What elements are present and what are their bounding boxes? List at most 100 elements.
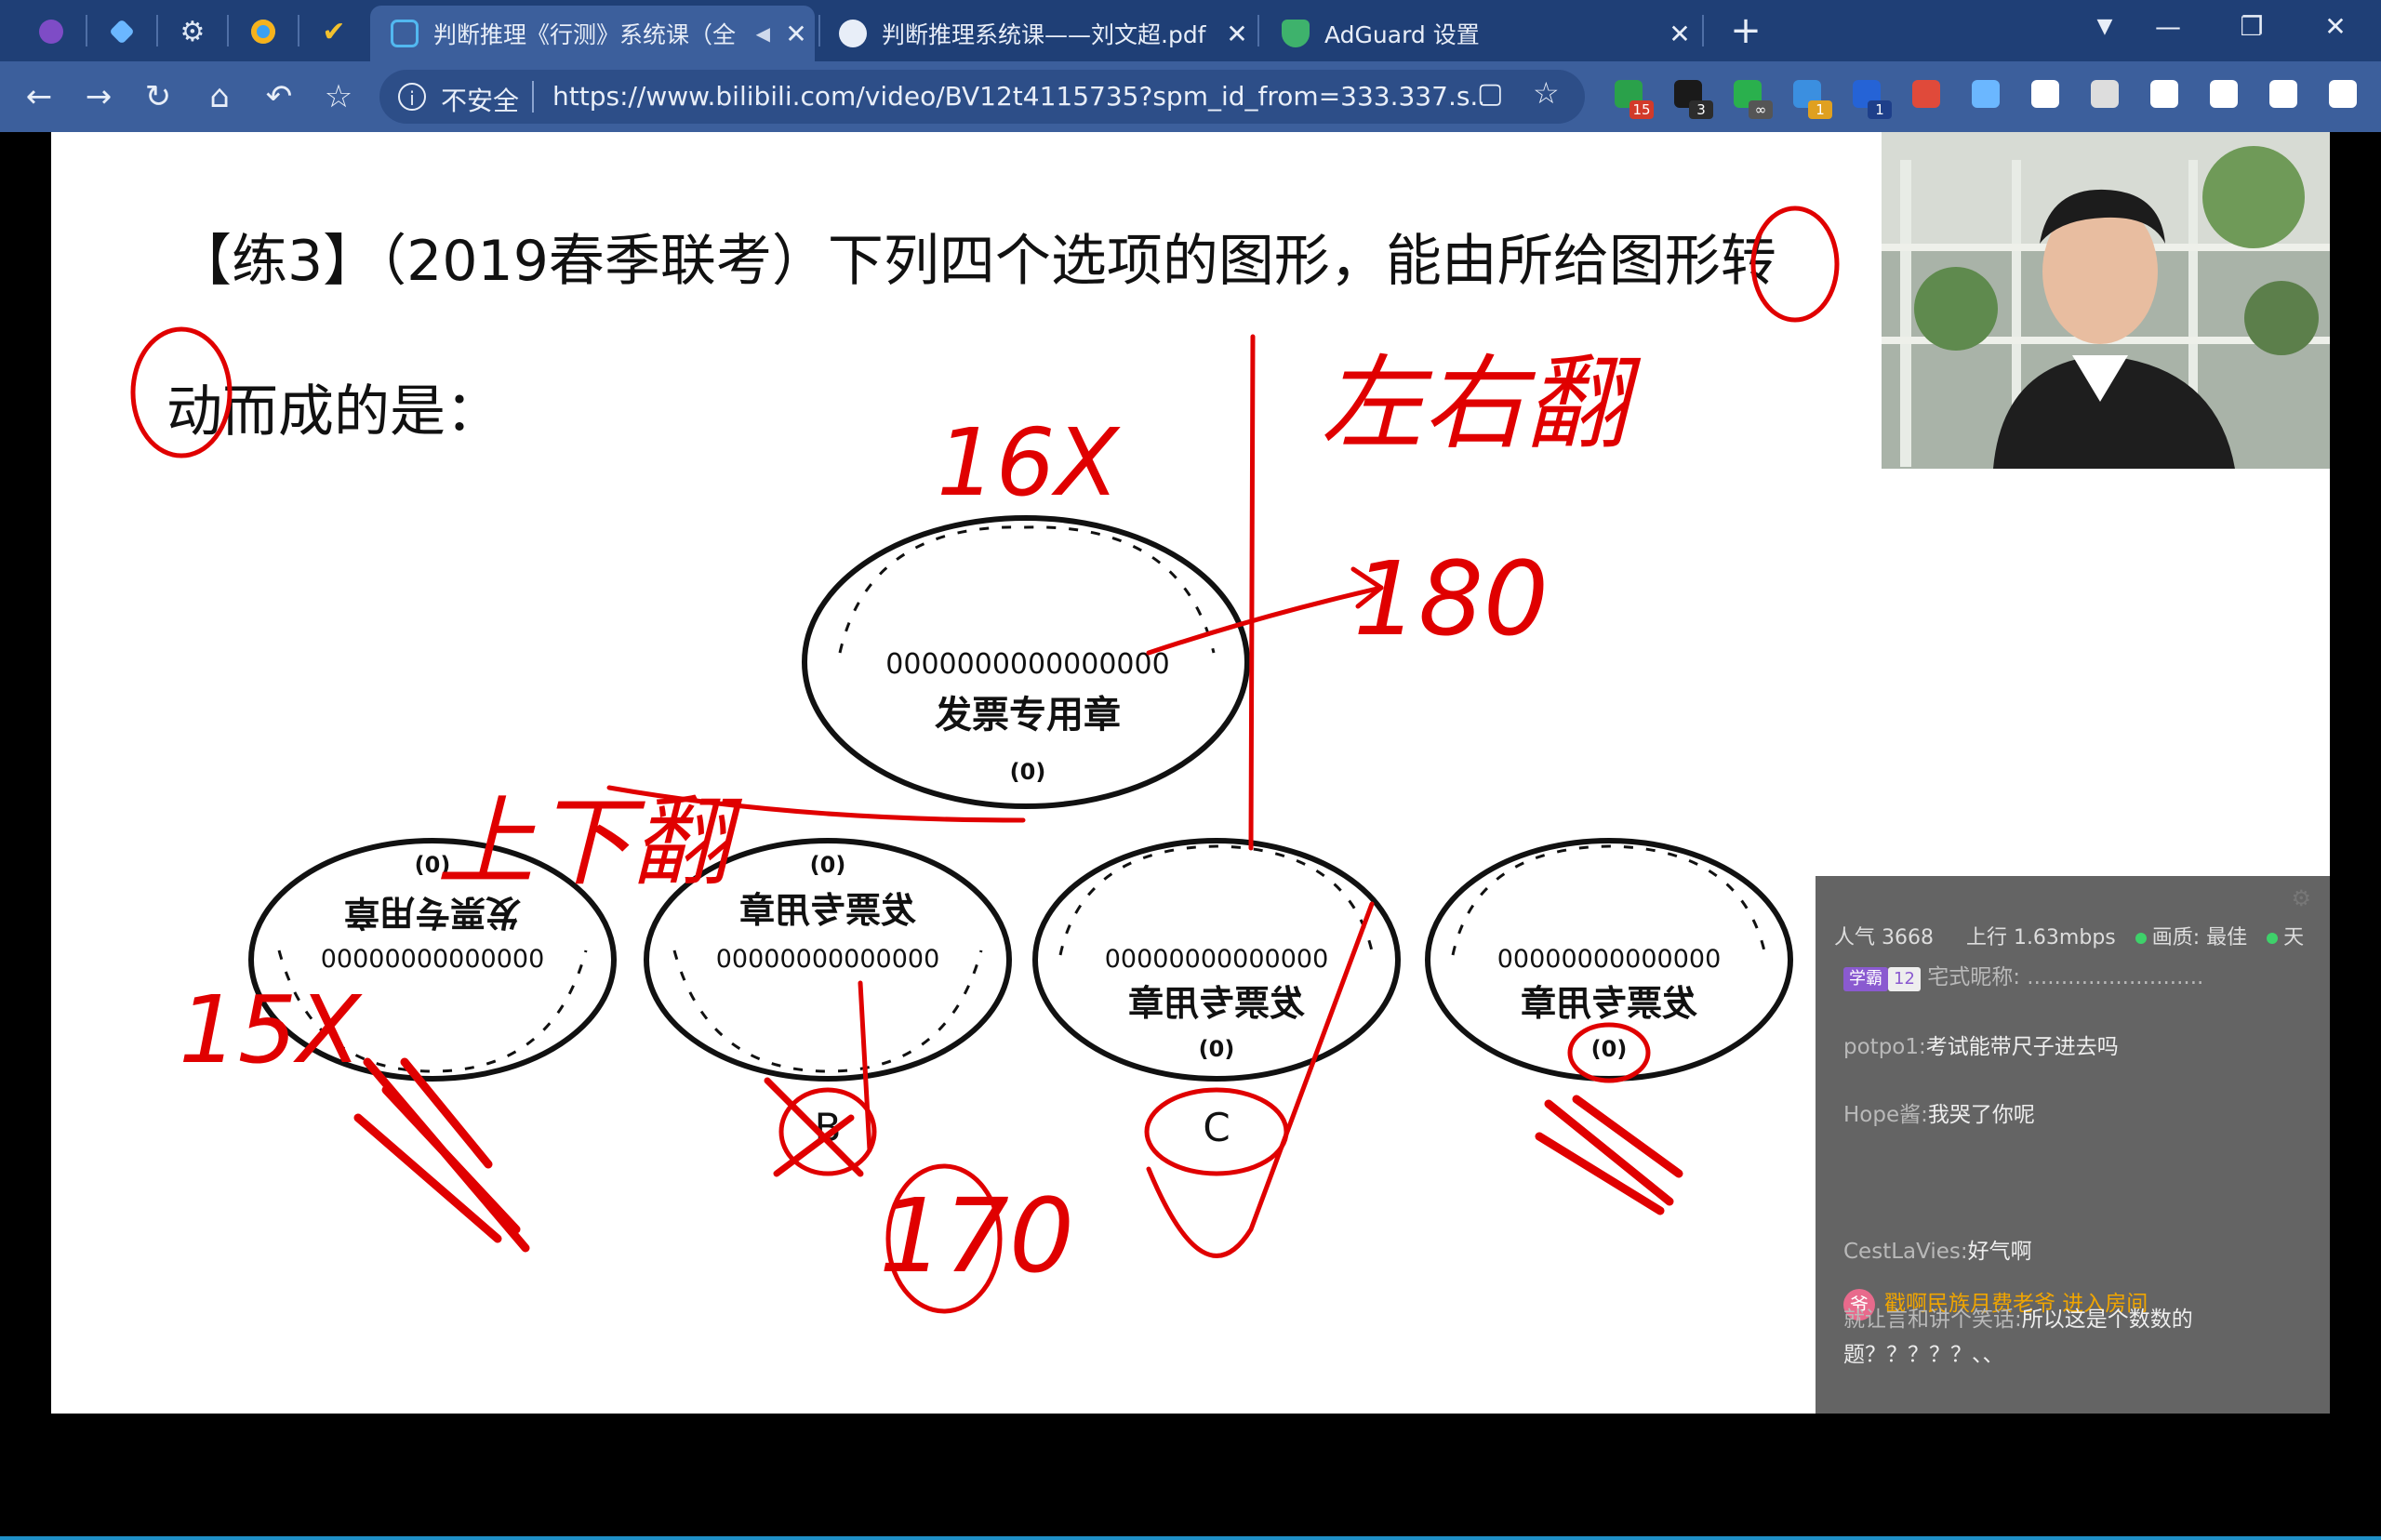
chat-message: CestLaVies:好气啊: [1843, 1240, 2032, 1264]
svg-text:(0): (0): [810, 852, 846, 878]
pinned-tab-settings[interactable]: ⚙: [164, 6, 221, 58]
ext-grid-icon[interactable]: 15: [1611, 78, 1654, 119]
address-divider: [532, 81, 534, 113]
annotation-flip-lr: 左右翻: [1321, 344, 1642, 463]
site-info-icon[interactable]: i: [398, 83, 426, 111]
url-text[interactable]: https://www.bilibili.com/video/BV12t4115…: [552, 81, 1483, 112]
ext-grid2-icon[interactable]: [2147, 78, 2184, 115]
ext-search-icon[interactable]: [2028, 78, 2065, 115]
svg-text:00000000000000: 00000000000000: [716, 945, 940, 974]
bilibili-tv-icon: [391, 20, 419, 47]
extra-label: 天: [2283, 926, 2305, 949]
teacher-webcam: [1882, 132, 2330, 469]
pinned-tab-tor[interactable]: [22, 6, 80, 58]
svg-text:发票专用章: 发票专用章: [1521, 983, 1697, 1024]
ext-vpn-icon-glyph: [1972, 80, 2000, 108]
svg-text:发票专用章: 发票专用章: [1128, 983, 1305, 1024]
tor-browser-icon: [39, 20, 63, 44]
minimize-button[interactable]: —: [2126, 0, 2210, 54]
video-area[interactable]: 【练3】（2019春季联考）下列四个选项的图形，能由所给图形转 动而成的是： 0…: [0, 132, 2381, 1540]
chat-message: 就让言和讲个笑话:所以这是个数数的题？？？？？、、: [1843, 1308, 2193, 1367]
stream-stats: 人气 3668 上行 1.63mbps 画质: 最佳 天: [1834, 921, 2304, 950]
ext-note-icon-glyph: [1912, 80, 1940, 108]
extension-badge: 1: [1868, 100, 1892, 119]
tab-title: AdGuard 设置: [1324, 21, 1480, 48]
ext-s-icon[interactable]: 3: [1670, 78, 1713, 119]
forward-button[interactable]: →: [73, 71, 125, 123]
annotation-180: 180: [1353, 539, 1549, 658]
chat-message: potpo1:考试能带尺子进去吗: [1843, 1035, 2119, 1059]
popularity-count: 人气 3668: [1834, 926, 1934, 949]
clipboard-icon[interactable]: ▢: [1477, 77, 1503, 110]
option-c-stamp: 00000000000000 发票专用章 (0): [1032, 838, 1401, 1082]
ext-note-icon[interactable]: [1909, 78, 1946, 115]
danmaku-panel[interactable]: ⚙ 人气 3668 上行 1.63mbps 画质: 最佳 天 学霸 12 宅式昵称…: [1816, 876, 2330, 1414]
pinned-tab-app[interactable]: [234, 6, 292, 58]
settings-gear-icon: ⚙: [180, 15, 206, 48]
undo-close-tab-button[interactable]: ↶: [253, 71, 305, 123]
ext-h-icon-glyph: [2091, 80, 2119, 108]
option-c-label: C: [1203, 1105, 1230, 1150]
annotation-16x: 16X: [937, 408, 1121, 517]
todo-check-icon: ✔: [322, 15, 346, 48]
stamp-digits: 0000000000000000: [885, 648, 1169, 681]
home-button[interactable]: ⌂: [193, 71, 246, 123]
menu-icon[interactable]: [2325, 78, 2362, 115]
restore-button[interactable]: ❐: [2210, 0, 2294, 54]
close-tab-icon[interactable]: ✕: [778, 19, 815, 49]
playlist-icon-glyph: [2210, 80, 2238, 108]
reload-button[interactable]: ↻: [132, 71, 184, 123]
status-dot-icon: [2135, 933, 2147, 944]
pinned-tab-vpn[interactable]: [93, 6, 151, 58]
close-window-button[interactable]: ✕: [2294, 0, 2377, 54]
chat-text: 宅式昵称: ..........................: [1927, 965, 2204, 989]
playlist-icon[interactable]: [2206, 78, 2243, 115]
ext-u-icon[interactable]: 1: [1849, 78, 1892, 119]
annotation-15x: 15X: [179, 976, 363, 1084]
speaker-icon[interactable]: ◀: [756, 22, 770, 45]
tab-pdf[interactable]: 判断推理系统课——刘文超.pdf ✕: [818, 6, 1256, 61]
close-tab-icon[interactable]: ✕: [1661, 19, 1698, 49]
main-stamp: 0000000000000000 发票专用章 (0): [802, 515, 1250, 809]
new-tab-button[interactable]: +: [1723, 9, 1769, 56]
tab-separator: [298, 15, 299, 46]
ext-vpn-icon[interactable]: [1968, 78, 2005, 115]
status-dot-icon: [2267, 933, 2279, 944]
settings-gear-icon[interactable]: ⚙: [2291, 885, 2311, 911]
svg-text:00000000000000: 00000000000000: [321, 945, 545, 974]
extension-badge: 15: [1629, 100, 1654, 119]
svg-text:(0): (0): [1199, 1036, 1235, 1062]
bookmark-star-icon[interactable]: ☆: [1533, 75, 1560, 111]
menu-icon-glyph: [2329, 80, 2357, 108]
ext-translate-icon[interactable]: 1: [1789, 78, 1832, 119]
tab-separator: [1702, 15, 1704, 46]
lecture-slide: 【练3】（2019春季联考）下列四个选项的图形，能由所给图形转 动而成的是： 0…: [51, 132, 2330, 1414]
video-progress-line: [0, 1536, 2381, 1540]
pinned-tab-todo[interactable]: ✔: [305, 6, 363, 58]
bookmarks-star-button[interactable]: ☆: [313, 71, 365, 123]
tab-separator: [1257, 15, 1259, 46]
tab-strip: ⚙ ✔ 判断推理《行测》系统课（全 ◀ ✕ 判断推理系统课——刘文超.pdf ✕…: [0, 0, 2381, 61]
extension-badge: ∞: [1749, 100, 1773, 119]
medal-badge: 学霸: [1843, 967, 1888, 991]
tab-separator: [227, 15, 229, 46]
chat-message: Hope酱:我哭了你呢: [1843, 1103, 2035, 1127]
svg-text:发票专用章: 发票专用章: [739, 890, 916, 931]
tab-adguard[interactable]: AdGuard 设置 ✕: [1261, 6, 1698, 61]
level-badge: 12: [1888, 967, 1921, 991]
extension-badge: 1: [1808, 100, 1832, 119]
ext-h-icon[interactable]: [2087, 78, 2124, 115]
address-bar[interactable]: i 不安全 https://www.bilibili.com/video/BV1…: [379, 70, 1585, 124]
close-tab-icon[interactable]: ✕: [1218, 19, 1256, 49]
back-button[interactable]: ←: [13, 71, 65, 123]
svg-text:00000000000000: 00000000000000: [1497, 945, 1722, 974]
tab-bilibili[interactable]: 判断推理《行测》系统课（全 ◀ ✕: [370, 6, 815, 61]
svg-text:00000000000000: 00000000000000: [1105, 945, 1329, 974]
quality-label: 画质: 最佳: [2151, 926, 2248, 949]
globe-icon: [839, 20, 867, 47]
adguard-shield-icon: [1282, 20, 1310, 47]
stamp-code: (0): [1010, 759, 1046, 785]
ext-check-icon[interactable]: ∞: [1730, 78, 1773, 119]
annotation-170: 170: [879, 1176, 1074, 1295]
download-icon[interactable]: [2266, 78, 2303, 115]
